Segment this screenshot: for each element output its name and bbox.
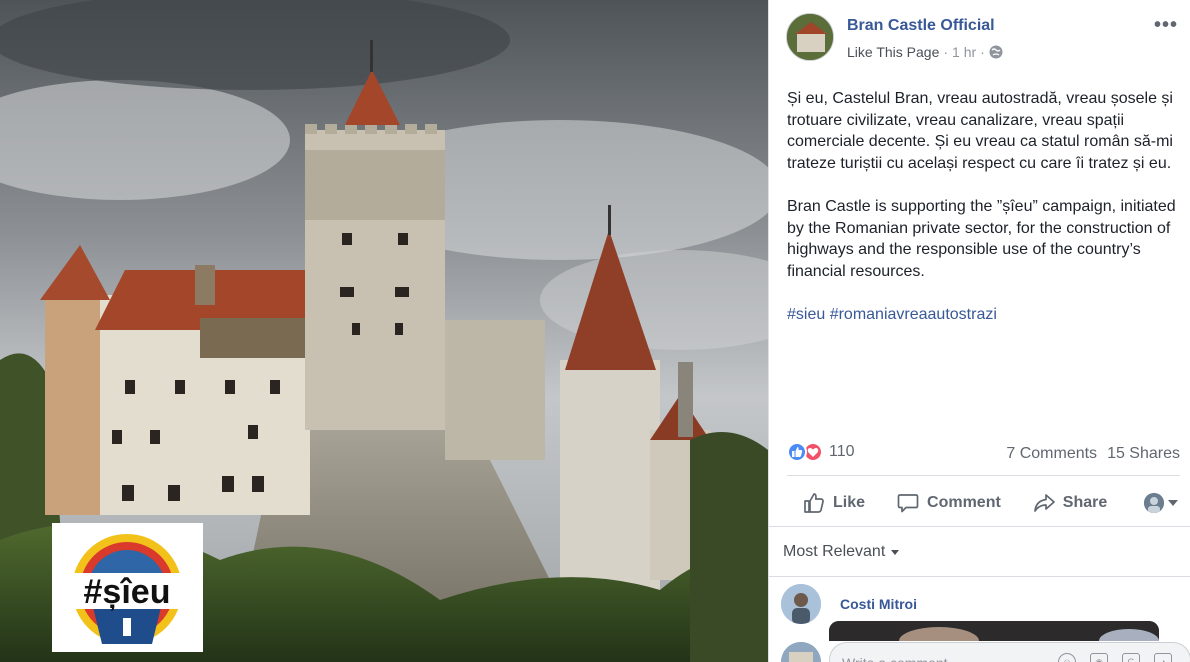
separator: · [980, 44, 985, 60]
post-paragraph-ro: Și eu, Castelul Bran, vreau autostradă, … [787, 90, 1173, 172]
chevron-down-icon [891, 549, 900, 555]
like-label: Like [833, 494, 866, 511]
comment-label: Comment [927, 494, 1001, 511]
comment-sort-dropdown[interactable]: Most Relevant [783, 543, 900, 561]
post-subline: Like This Page · 1 hr · [847, 44, 1003, 60]
comments-count-link[interactable]: 7 Comments [1006, 445, 1097, 463]
chevron-down-icon [1168, 500, 1178, 506]
comment-sort-label: Most Relevant [783, 543, 886, 560]
page-avatar[interactable] [786, 13, 834, 61]
emoji-icon[interactable]: ☺ [1058, 653, 1076, 662]
reaction-count: 110 [829, 443, 855, 460]
share-label: Share [1062, 494, 1108, 511]
post-panel: Bran Castle Official Like This Page · 1 … [768, 0, 1190, 662]
post-time[interactable]: 1 hr [952, 44, 976, 60]
thumbs-up-icon [803, 492, 825, 514]
globe-icon[interactable] [989, 45, 1003, 59]
post-actions: Like Comment Share [787, 482, 1180, 524]
comment-image[interactable] [829, 621, 1159, 641]
comment-input[interactable] [830, 643, 1030, 662]
shares-count-link[interactable]: 15 Shares [1107, 445, 1180, 463]
commenter-avatar[interactable] [781, 584, 821, 624]
more-options-icon[interactable]: ••• [1154, 14, 1178, 37]
post-photo[interactable]: #șîeu [0, 0, 768, 662]
engagement-counts: 7 Comments 15 Shares [1006, 445, 1180, 463]
camera-icon[interactable]: ◉ [1090, 653, 1108, 662]
like-page-link[interactable]: Like This Page [847, 44, 939, 60]
share-arrow-icon [1033, 492, 1055, 514]
sticker-icon[interactable]: ◔ [1154, 653, 1172, 662]
gif-icon[interactable]: G [1122, 653, 1140, 662]
like-button[interactable]: Like [803, 492, 865, 514]
comment-button[interactable]: Comment [897, 492, 1001, 514]
share-button[interactable]: Share [1033, 492, 1107, 514]
comment-bubble-icon [897, 492, 919, 514]
sieu-campaign-logo: #șîeu [52, 523, 203, 652]
post-paragraph-en: Bran Castle is supporting the ”șîeu” cam… [787, 197, 1176, 280]
logo-text: #șîeu [84, 573, 171, 611]
react-as-selector[interactable] [1144, 493, 1178, 513]
reactions-summary[interactable]: 110 [787, 442, 855, 462]
like-reaction-icon [787, 442, 807, 462]
page-name-link[interactable]: Bran Castle Official [847, 17, 995, 35]
commenter-name-link[interactable]: Costi Mitroi [840, 596, 917, 612]
post-hashtags[interactable]: #sieu #romaniavreaautostrazi [787, 304, 1183, 326]
write-comment-box[interactable]: ☺ ◉ G ◔ [829, 642, 1190, 662]
comment-input-icons: ☺ ◉ G ◔ [1058, 653, 1172, 662]
post-body: Și eu, Castelul Bran, vreau autostradă, … [787, 88, 1183, 347]
separator: · [943, 44, 949, 60]
divider [769, 526, 1190, 527]
divider [787, 475, 1180, 476]
user-avatar-icon [1144, 493, 1164, 513]
